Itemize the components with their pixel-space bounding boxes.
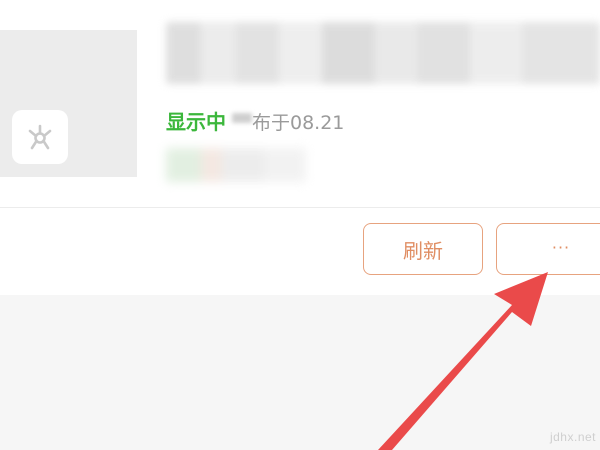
listing-meta-blurred xyxy=(166,148,306,182)
listing-thumbnail[interactable] xyxy=(0,30,137,177)
status-badge: 显示中 xyxy=(166,110,226,134)
listing-title-blurred xyxy=(166,22,600,84)
publish-prefix-blurred xyxy=(232,113,252,123)
listing-card: 显示中 布于08.21 刷新 ··· xyxy=(0,0,600,295)
listing-status-line: 显示中 布于08.21 xyxy=(166,106,344,135)
more-button[interactable]: ··· xyxy=(496,223,600,275)
app-logo-icon xyxy=(12,110,68,164)
publish-date: 布于08.21 xyxy=(252,112,345,134)
card-divider xyxy=(0,207,600,208)
watermark: jdhx.net xyxy=(549,430,596,444)
refresh-button[interactable]: 刷新 xyxy=(363,223,483,275)
